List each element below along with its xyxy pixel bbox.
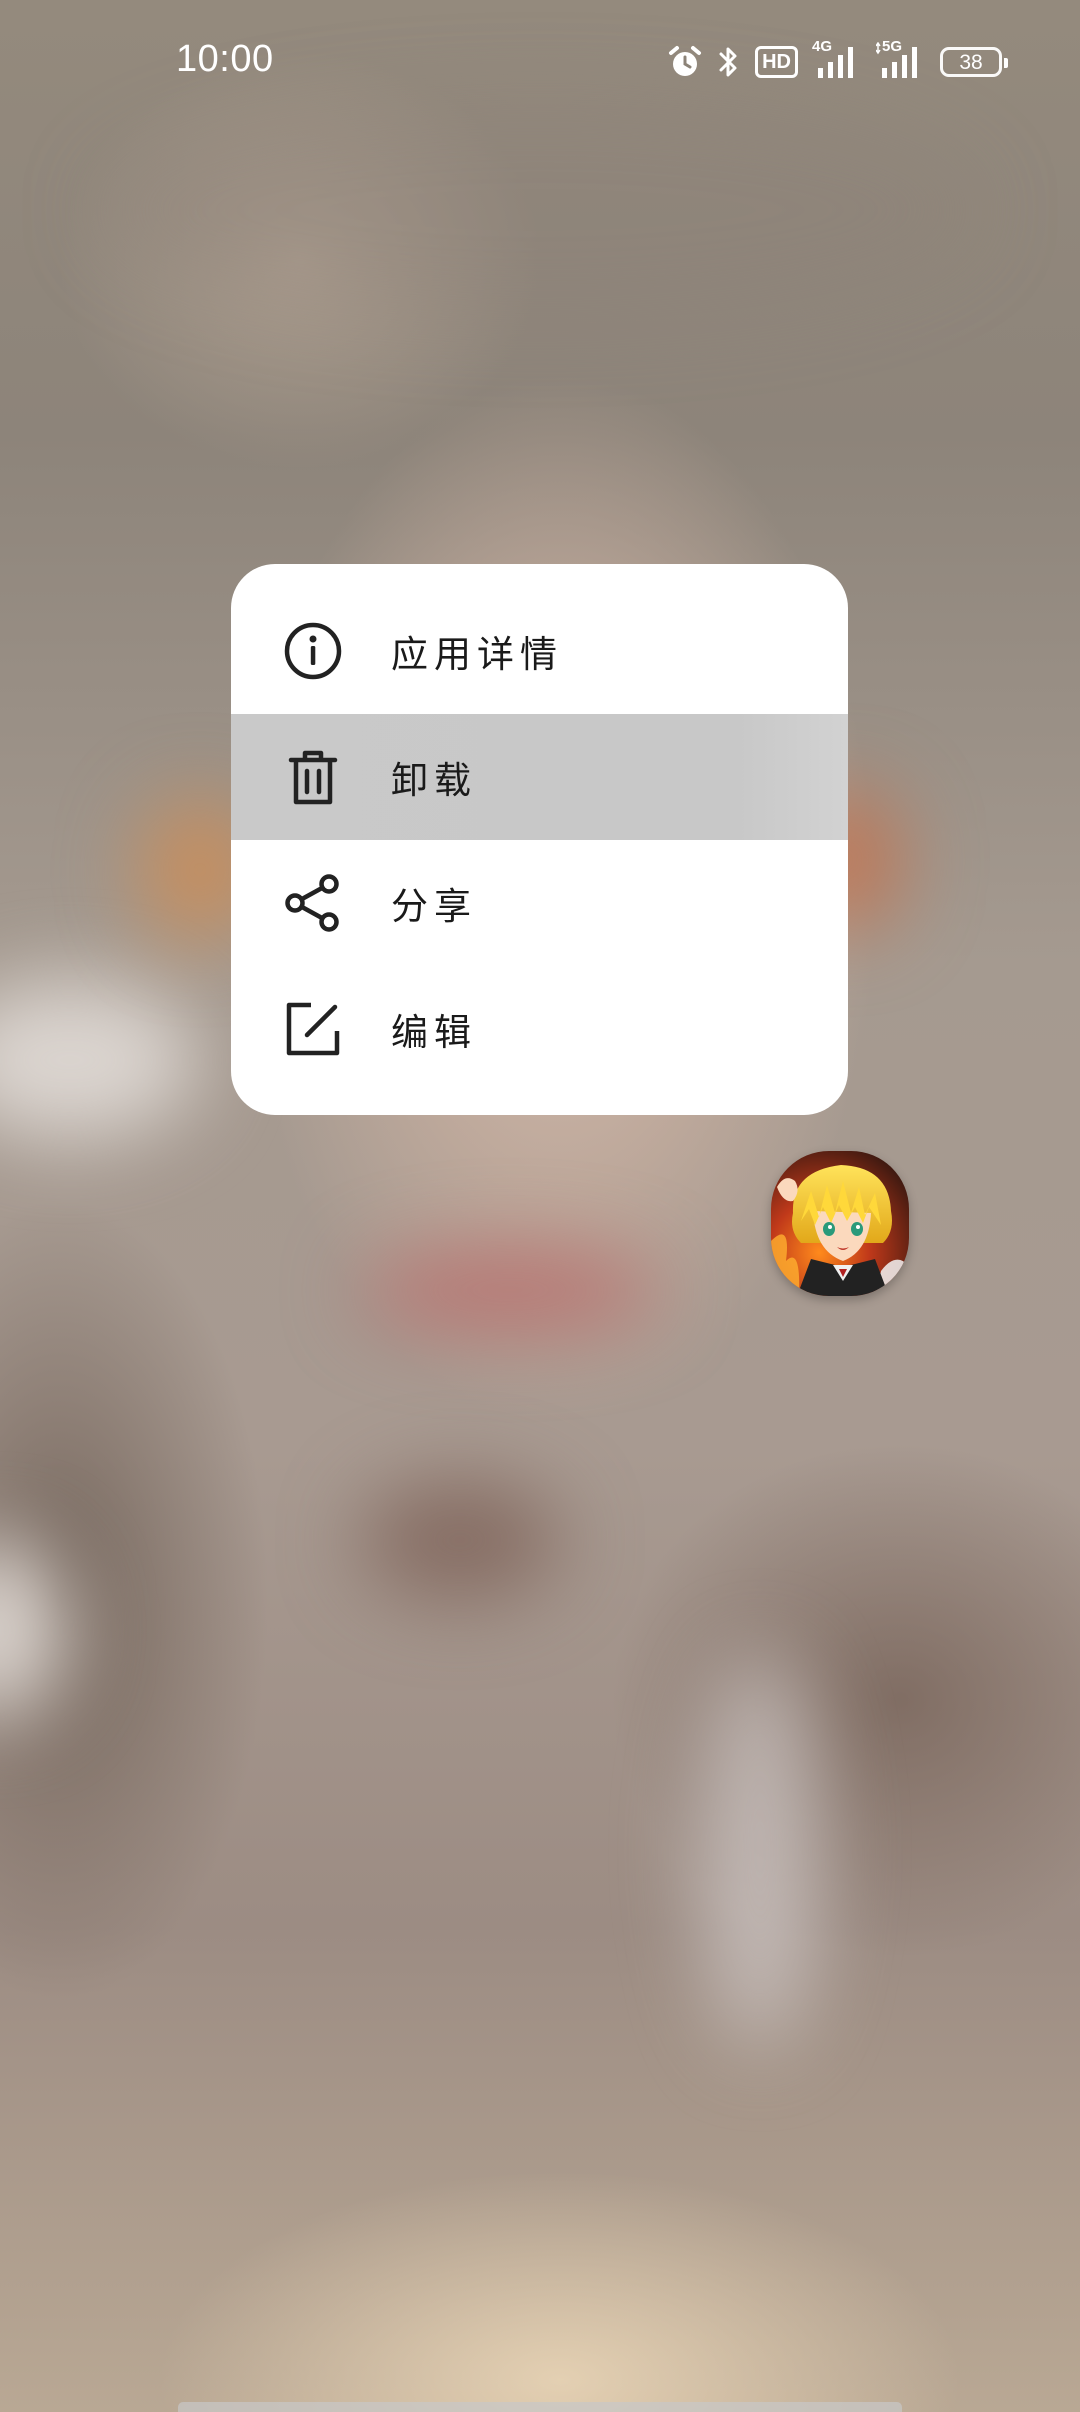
battery-level: 38 bbox=[959, 50, 983, 74]
signal-4g-icon: 4G bbox=[812, 38, 862, 82]
menu-item-label: 应用详情 bbox=[391, 633, 563, 676]
status-time: 10:00 bbox=[176, 38, 274, 80]
wallpaper-blur bbox=[0, 1540, 70, 1720]
menu-item-app-details[interactable]: 应用详情 bbox=[231, 588, 848, 714]
menu-item-label: 编辑 bbox=[391, 1011, 477, 1054]
edit-icon bbox=[283, 999, 343, 1059]
wallpaper-blur bbox=[360, 1480, 560, 1600]
menu-item-edit[interactable]: 编辑 bbox=[231, 966, 848, 1092]
menu-item-uninstall[interactable]: 卸载 bbox=[231, 714, 848, 840]
menu-item-label: 分享 bbox=[391, 885, 477, 928]
status-icons: HD 4G 5G 38 bbox=[667, 38, 1008, 84]
wallpaper-blur bbox=[700, 1650, 820, 2050]
signal-5g-icon: 5G bbox=[876, 38, 926, 82]
trash-icon bbox=[283, 747, 343, 807]
wallpaper-blur bbox=[100, 100, 980, 320]
navigation-bar[interactable] bbox=[178, 2402, 902, 2412]
hd-voice-icon: HD bbox=[755, 46, 798, 78]
anime-character-app-icon[interactable] bbox=[771, 1151, 909, 1296]
menu-item-share[interactable]: 分享 bbox=[231, 840, 848, 966]
app-context-menu: 应用详情 卸载 分享 编辑 bbox=[231, 564, 848, 1115]
info-icon bbox=[283, 621, 343, 681]
battery-tip bbox=[1004, 58, 1008, 68]
battery-icon: 38 bbox=[940, 47, 1008, 77]
bluetooth-icon bbox=[717, 44, 741, 80]
share-icon bbox=[283, 873, 343, 933]
status-bar: 10:00 HD 4G 5G 38 bbox=[0, 0, 1080, 120]
menu-item-label: 卸载 bbox=[391, 759, 477, 802]
wallpaper-blur bbox=[0, 980, 200, 1140]
alarm-icon bbox=[667, 44, 703, 80]
home-screen: 10:00 HD 4G 5G 38 应用详情 卸载 分享 编辑 bbox=[0, 0, 1080, 2412]
wallpaper-blur bbox=[360, 1250, 660, 1330]
